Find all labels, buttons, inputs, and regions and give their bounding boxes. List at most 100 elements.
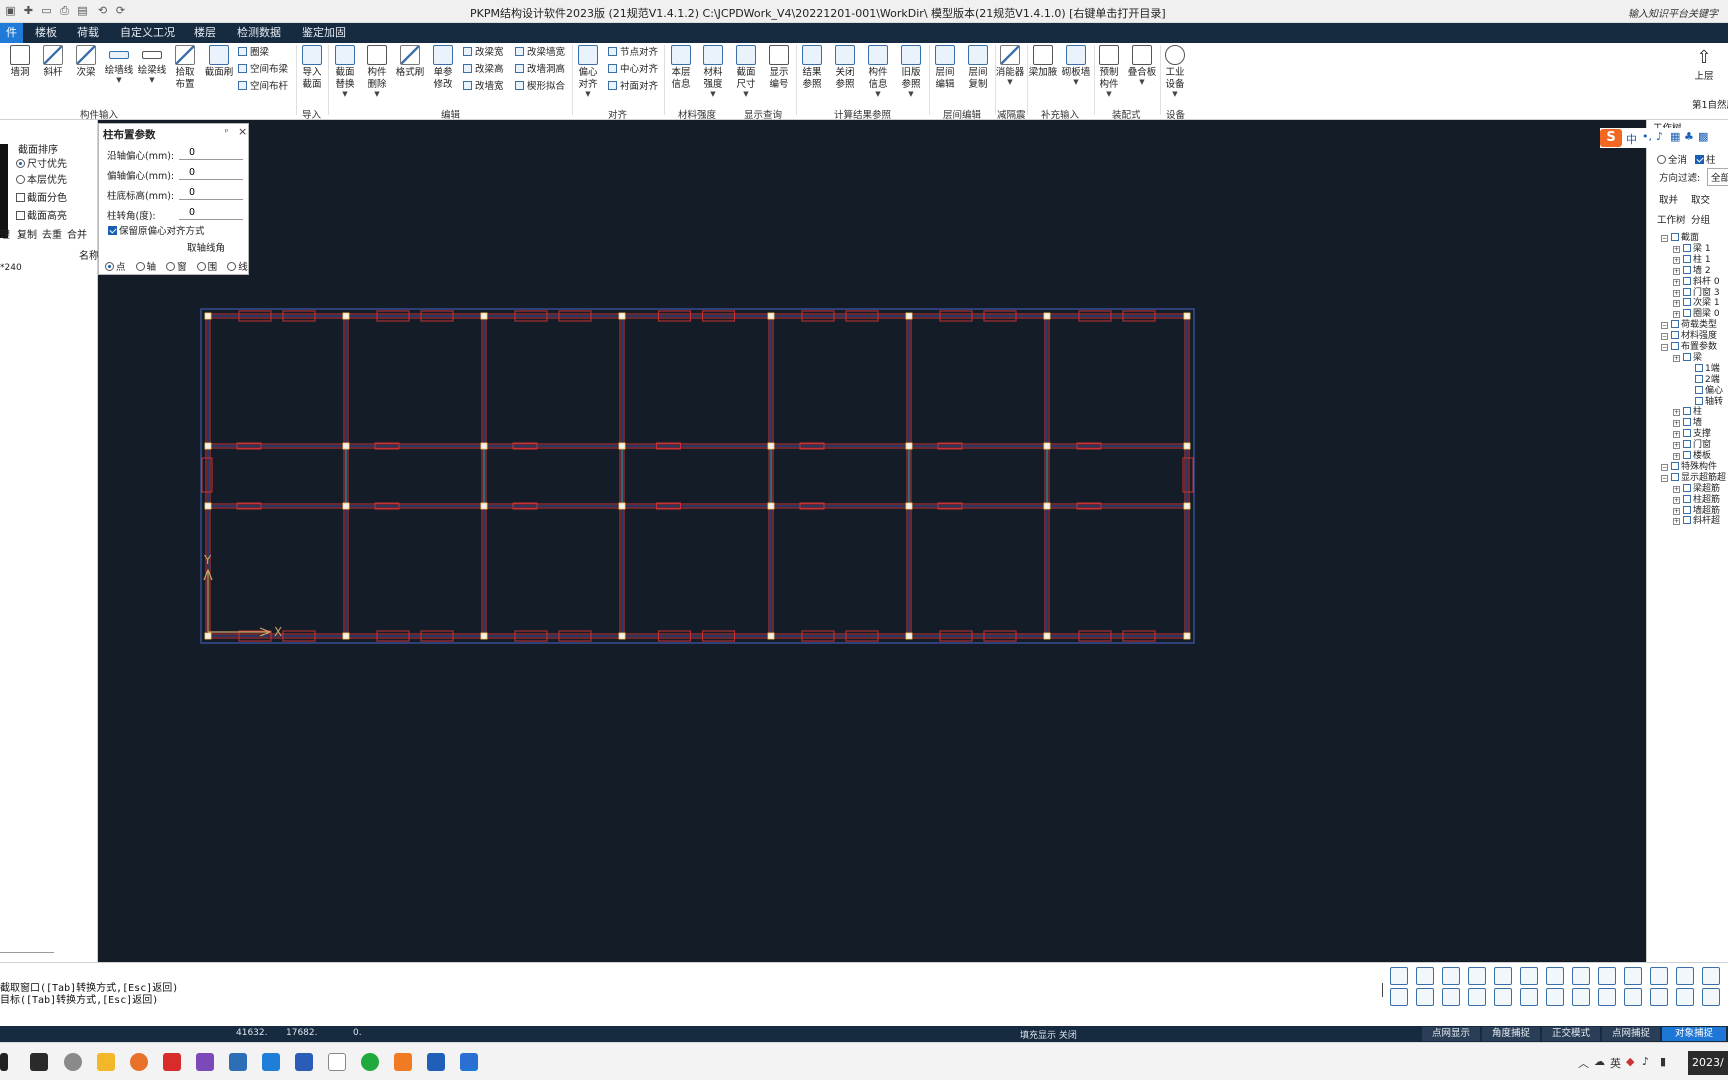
menu-item-slab[interactable]: 楼板 [33,23,59,43]
chevron-down-icon[interactable]: ▼ [730,91,762,98]
tray-chevron-icon[interactable]: ︿ [1578,1055,1589,1071]
take-axis-angle-button[interactable]: 取轴线角 [187,240,225,254]
stretch-icon[interactable] [1520,988,1538,1006]
current-floor-label[interactable]: 第1自然层 [1692,97,1728,111]
component-info-button[interactable]: 构件信息 ▼ [862,45,894,98]
draw-wall-line-button[interactable]: 绘墙线 ▼ [103,45,135,84]
model-canvas[interactable]: XY [98,120,1646,962]
tab-group[interactable]: 分组 [1691,212,1710,226]
youdao-icon[interactable] [163,1053,181,1071]
ime-mode-icon[interactable]: 中 [1626,131,1637,147]
column-node[interactable] [1043,632,1051,640]
column-node[interactable] [480,312,488,320]
intersect-button[interactable]: 取交 [1691,192,1710,206]
pick-place-button[interactable]: 拾取布置 [169,45,201,91]
draw-beam-line-button[interactable]: 绘梁线 ▼ [136,45,168,84]
ucs-y-label[interactable]: Y [203,553,212,567]
menu-item-floor[interactable]: 楼层 [192,23,218,43]
side-view-icon[interactable] [1442,967,1460,985]
column-node[interactable] [480,502,488,510]
format-brush-button[interactable]: 格式刷 [394,45,426,79]
sort-by-size-radio[interactable]: 尺寸优先 [16,155,67,170]
volume-icon[interactable]: ♪ [1642,1055,1649,1068]
new-file-icon[interactable]: ✚ [22,4,35,17]
chevron-down-icon[interactable]: ▼ [1126,79,1158,86]
calculator-icon[interactable] [229,1053,247,1071]
legacy-reference-button[interactable]: 旧版参照 ▼ [895,45,927,98]
column-node[interactable] [767,502,775,510]
toolbox-icon[interactable]: ▩ [1698,130,1708,143]
import-section-button[interactable]: 导入截面 [296,45,328,91]
keep-eccentric-checkbox[interactable]: 保留原偏心对齐方式 [108,223,205,237]
center-align-button[interactable]: 中心对齐 [608,64,658,76]
precast-component-button[interactable]: 预制构件 ▼ [1093,45,1125,98]
column-node[interactable] [618,632,626,640]
pin-icon[interactable]: ᵖ [225,127,228,136]
column-node[interactable] [480,442,488,450]
column-node[interactable] [618,502,626,510]
chevron-down-icon[interactable]: ▼ [572,91,604,98]
column-node[interactable] [905,442,913,450]
column-node[interactable] [905,632,913,640]
chevron-down-icon[interactable]: ▼ [1159,91,1191,98]
column-base-elevation-field[interactable] [179,186,243,200]
grid-display-toggle[interactable]: 点网显示 [1422,1027,1480,1041]
chevron-down-icon[interactable]: ▼ [136,77,168,84]
library-icon[interactable] [1702,988,1720,1006]
brush-icon[interactable] [1624,988,1642,1006]
column-node[interactable] [767,312,775,320]
wall-opening-button[interactable]: 墙洞 [4,45,36,79]
energy-dissipator-button[interactable]: 消能器 ▼ [994,45,1026,86]
column-node[interactable] [1183,632,1191,640]
chevron-down-icon[interactable]: ▼ [329,91,361,98]
pdf-icon[interactable] [394,1053,412,1071]
column-node[interactable] [905,312,913,320]
chevron-down-icon[interactable]: ▼ [103,77,135,84]
column-node[interactable] [204,502,212,510]
face-align-button[interactable]: 衬面对齐 [608,81,658,93]
direction-filter-select[interactable]: 全部 [1707,168,1728,186]
secondary-beam-button[interactable]: 次梁 [70,45,102,79]
chevron-down-icon[interactable]: ▼ [697,91,729,98]
mode-axis-radio[interactable]: 轴 [135,262,156,273]
column-node[interactable] [204,632,212,640]
screen-app-icon[interactable] [427,1053,445,1071]
name-column-header[interactable]: 名称 [79,247,99,262]
show-number-button[interactable]: 显示编号 [763,45,795,91]
column-node[interactable] [342,442,350,450]
top-view-icon[interactable] [1416,967,1434,985]
pan-view-icon[interactable] [1494,967,1512,985]
zoom-window-icon[interactable] [1676,967,1694,985]
up-floor-button[interactable]: ⇧ 上层 [1692,48,1716,83]
interlayer-edit-button[interactable]: 层间编辑 [929,45,961,91]
manage-button[interactable]: 理 [0,226,10,241]
stack-icon[interactable] [1650,988,1668,1006]
ring-beam-button[interactable]: 圈梁 [238,47,269,59]
column-node[interactable] [905,502,913,510]
floor-plan-drawing[interactable]: XY [98,120,1646,962]
column-node[interactable] [342,632,350,640]
sort-by-floor-radio[interactable]: 本层优先 [16,171,67,186]
interlayer-copy-button[interactable]: 层间复制 [962,45,994,91]
expand-toggle-icon[interactable]: − [1661,344,1668,351]
mode-line-radio[interactable]: 线 [227,262,248,273]
file-explorer-icon[interactable] [97,1053,115,1071]
result-reference-button[interactable]: 结果参照 [796,45,828,91]
cloud-icon[interactable]: ☁ [1594,1055,1605,1068]
column-node[interactable] [204,442,212,450]
visual-studio-icon[interactable] [196,1053,214,1071]
filter-clear-radio[interactable]: 全消 [1657,152,1687,166]
column-node[interactable] [767,442,775,450]
delete-component-button[interactable]: 构件删除 ▼ [361,45,393,98]
column-node[interactable] [1043,442,1051,450]
security-tray-icon[interactable]: ◆ [1626,1055,1634,1068]
close-reference-button[interactable]: 关闭参照 [829,45,861,91]
box-view-icon[interactable] [1572,967,1590,985]
mode-point-radio[interactable]: 点 [105,262,126,273]
redo-icon[interactable]: ⟳ [114,4,127,17]
section-highlight-checkbox[interactable]: 截面高亮 [16,207,67,222]
menu-item-custom-case[interactable]: 自定义工况 [118,23,177,43]
print-icon[interactable]: ⎙ [58,4,71,17]
grid-snap-toggle[interactable]: 点网捕捉 [1602,1027,1660,1041]
chevron-down-icon[interactable]: ▼ [994,79,1026,86]
